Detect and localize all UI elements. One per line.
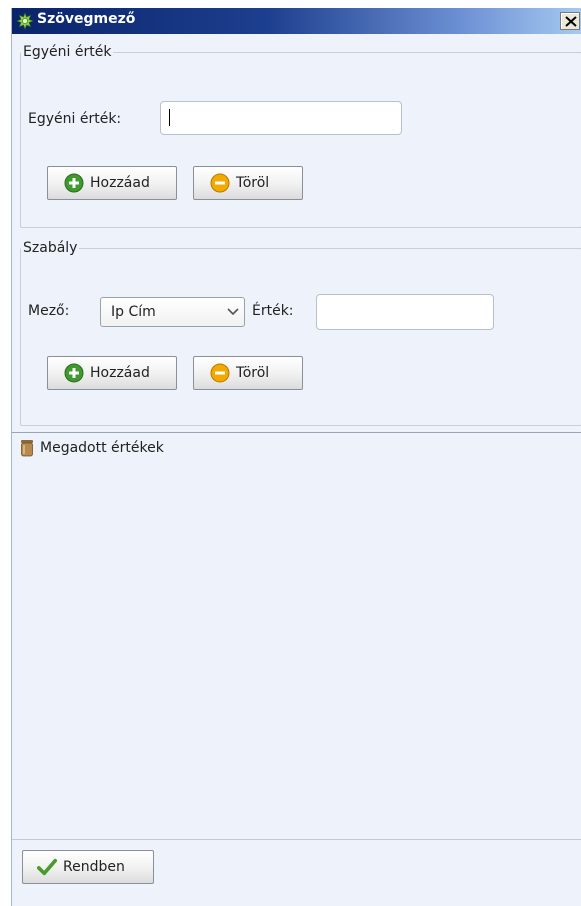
rule-value-label: Érték: bbox=[252, 303, 294, 319]
rule-add-label: Hozzáad bbox=[90, 365, 150, 381]
custom-add-button[interactable]: Hozzáad bbox=[47, 166, 177, 200]
custom-value-legend: Egyéni érték bbox=[23, 44, 112, 60]
rule-group: Szabály bbox=[20, 240, 581, 426]
custom-value-input[interactable] bbox=[160, 101, 402, 135]
chevron-down-icon bbox=[227, 308, 239, 316]
rule-delete-label: Töröl bbox=[236, 365, 270, 381]
rule-value-input[interactable] bbox=[316, 294, 494, 330]
minus-circle-icon bbox=[210, 173, 230, 193]
custom-value-label: Egyéni érték: bbox=[28, 111, 122, 127]
rule-delete-button[interactable]: Töröl bbox=[193, 356, 303, 390]
rule-legend: Szabály bbox=[23, 240, 78, 256]
values-list-header[interactable]: Megadott értékek bbox=[20, 439, 164, 457]
checkmark-icon bbox=[37, 858, 57, 876]
ok-button[interactable]: Rendben bbox=[22, 850, 154, 884]
values-list-panel[interactable]: Megadott értékek bbox=[12, 432, 581, 840]
custom-delete-button[interactable]: Töröl bbox=[193, 166, 303, 200]
custom-delete-label: Töröl bbox=[236, 175, 270, 191]
plus-circle-icon bbox=[64, 363, 84, 383]
values-list-title: Megadott értékek bbox=[40, 440, 164, 456]
rule-field-select[interactable]: Ip Cím bbox=[100, 297, 245, 327]
rule-add-button[interactable]: Hozzáad bbox=[47, 356, 177, 390]
custom-value-group: Egyéni érték bbox=[20, 44, 581, 228]
text-caret bbox=[169, 109, 170, 126]
gear-icon bbox=[16, 12, 34, 30]
rule-field-selected: Ip Cím bbox=[111, 304, 156, 320]
close-icon bbox=[565, 16, 577, 27]
title-bar[interactable]: Szövegmező bbox=[12, 8, 581, 34]
jar-icon bbox=[21, 440, 33, 457]
minus-circle-icon bbox=[210, 363, 230, 383]
ok-button-label: Rendben bbox=[63, 859, 125, 875]
custom-add-label: Hozzáad bbox=[90, 175, 150, 191]
rule-field-label: Mező: bbox=[28, 303, 70, 319]
footer-bar: Rendben bbox=[12, 841, 581, 906]
plus-circle-icon bbox=[64, 173, 84, 193]
window-title: Szövegmező bbox=[37, 11, 136, 27]
close-button[interactable] bbox=[560, 12, 580, 30]
dialog-window: Szövegmező Egyéni érték Egyéni érték: Ho… bbox=[11, 8, 581, 906]
